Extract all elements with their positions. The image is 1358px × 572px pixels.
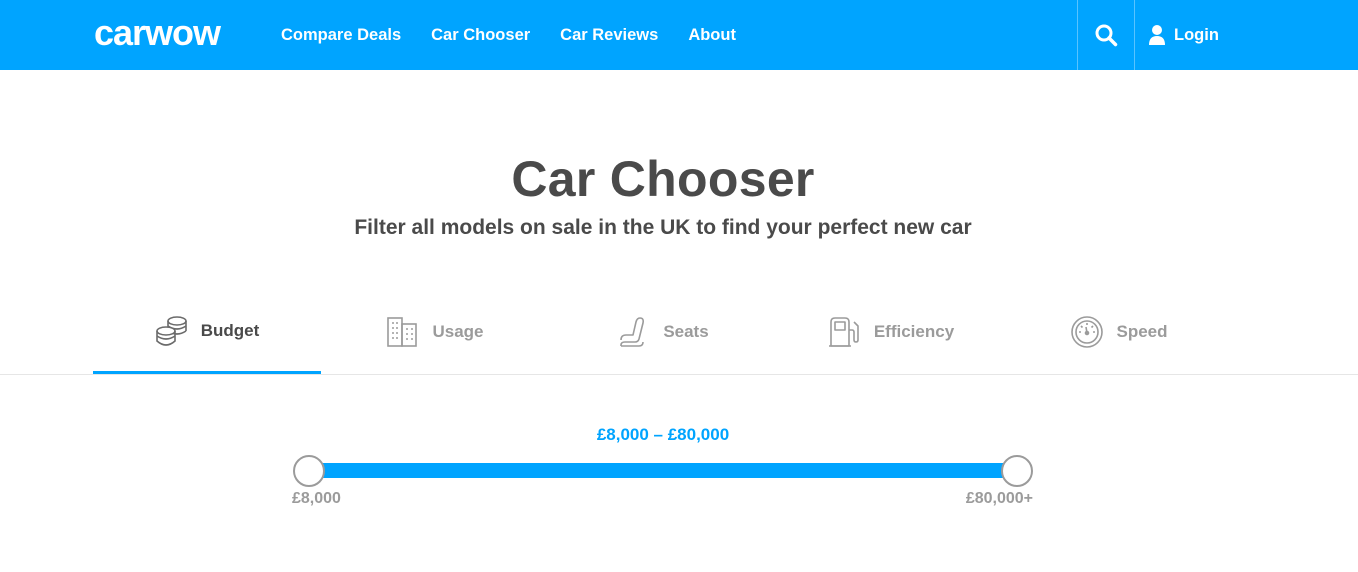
budget-max-handle[interactable] (1001, 455, 1033, 487)
budget-slider-track[interactable] (308, 463, 1017, 478)
tab-speed-label: Speed (1116, 322, 1168, 341)
nav-compare-deals[interactable]: Compare Deals (281, 26, 401, 45)
top-navbar: carwow Compare Deals Car Chooser Car Rev… (0, 0, 1358, 70)
coins-icon (155, 315, 187, 346)
fuel-pump-icon (828, 317, 859, 347)
speedometer-icon (1071, 316, 1104, 348)
tabs-divider (0, 374, 1358, 375)
main-nav: Compare Deals Car Chooser Car Reviews Ab… (281, 0, 766, 70)
svg-text:carwow: carwow (94, 16, 222, 50)
tab-seats-label: Seats (663, 322, 709, 341)
page-subtitle: Filter all models on sale in the UK to f… (354, 216, 972, 239)
budget-max-label: £80,000+ (965, 490, 1033, 507)
tab-usage[interactable]: Usage (321, 290, 549, 374)
tab-budget[interactable]: Budget (93, 290, 321, 374)
page-title: Car Chooser (511, 151, 815, 207)
carwow-logo[interactable]: carwow (94, 16, 254, 50)
budget-range-label: £8,000 – £80,000 (596, 425, 730, 444)
filter-tabs: Budget Usage Seats Efficiency Speed (93, 290, 1233, 374)
nav-car-chooser[interactable]: Car Chooser (431, 26, 530, 45)
tab-speed[interactable]: Speed (1005, 290, 1233, 374)
login-button[interactable]: Login (1148, 0, 1219, 70)
tab-seats[interactable]: Seats (549, 290, 777, 374)
building-icon (387, 317, 418, 347)
tab-efficiency-label: Efficiency (873, 322, 955, 341)
budget-min-handle[interactable] (293, 455, 325, 487)
search-icon (1095, 24, 1118, 47)
tab-efficiency[interactable]: Efficiency (777, 290, 1005, 374)
user-icon (1149, 25, 1165, 45)
nav-car-reviews[interactable]: Car Reviews (560, 26, 658, 45)
seat-icon (620, 317, 645, 347)
login-label: Login (1174, 25, 1219, 44)
budget-min-label: £8,000 (292, 490, 341, 507)
nav-divider (1134, 0, 1135, 70)
tab-usage-label: Usage (432, 322, 484, 341)
tab-budget-label: Budget (200, 320, 260, 340)
search-button[interactable] (1078, 0, 1134, 70)
nav-about[interactable]: About (688, 26, 736, 45)
